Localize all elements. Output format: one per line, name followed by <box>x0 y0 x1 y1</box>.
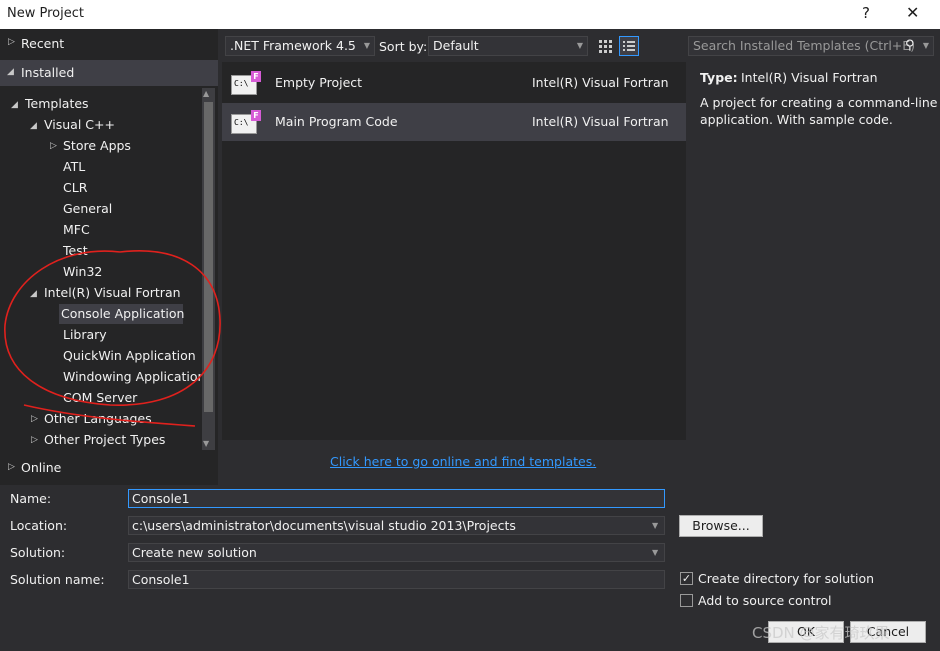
search-icon[interactable]: ⚲ <box>905 37 915 55</box>
chevron-down-icon: ▼ <box>652 548 659 557</box>
chevron-down-icon: ▼ <box>576 41 583 50</box>
watermark: CSDN @家有琦玖果 <box>752 624 890 642</box>
scroll-down-icon[interactable]: ▼ <box>203 439 209 448</box>
details-type-value: Intel(R) Visual Fortran <box>741 70 878 85</box>
scroll-up-icon[interactable]: ▲ <box>203 89 209 98</box>
tree-item-mfc[interactable]: MFC <box>61 220 92 240</box>
template-type: Intel(R) Visual Fortran <box>532 75 669 90</box>
search-input[interactable]: Search Installed Templates (Ctrl+E) ⚲ ▼ <box>688 36 934 56</box>
close-button[interactable]: ✕ <box>906 3 919 22</box>
template-name: Main Program Code <box>275 114 398 129</box>
source-control-label: Add to source control <box>698 593 832 608</box>
collapse-arrow-icon[interactable]: ◢ <box>11 100 18 110</box>
template-name: Empty Project <box>275 75 363 90</box>
category-installed[interactable]: ◢ Installed <box>0 60 218 86</box>
sort-dropdown[interactable]: Default ▼ <box>428 36 588 56</box>
chevron-down-icon[interactable]: ▼ <box>923 37 929 55</box>
online-templates-link[interactable]: Click here to go online and find templat… <box>330 454 596 469</box>
tree-item-clr[interactable]: CLR <box>61 178 89 198</box>
tree-item-atl[interactable]: ATL <box>61 157 87 177</box>
location-dropdown[interactable]: c:\users\administrator\documents\visual … <box>128 516 665 535</box>
annotation-circle <box>4 250 221 427</box>
grid-icon <box>599 40 612 53</box>
collapse-arrow-icon[interactable]: ◢ <box>7 67 14 77</box>
name-label: Name: <box>10 491 52 506</box>
create-directory-checkbox[interactable]: ✓ <box>680 572 693 585</box>
expand-arrow-icon[interactable]: ▷ <box>8 37 15 47</box>
expand-arrow-icon[interactable]: ▷ <box>50 141 57 151</box>
collapse-arrow-icon[interactable]: ◢ <box>30 121 37 131</box>
help-button[interactable]: ? <box>862 4 870 22</box>
expand-arrow-icon[interactable]: ▷ <box>8 462 15 472</box>
create-directory-label: Create directory for solution <box>698 571 875 586</box>
title-bar: New Project ? ✕ <box>0 0 940 29</box>
template-item-empty-project[interactable]: C:\ F Empty Project Intel(R) Visual Fort… <box>222 64 686 102</box>
chevron-down-icon: ▼ <box>363 41 370 50</box>
details-description: application. With sample code. <box>700 112 893 127</box>
category-online[interactable]: ▷ Online <box>0 455 218 481</box>
solution-name-input[interactable]: Console1 <box>128 570 665 589</box>
template-type: Intel(R) Visual Fortran <box>532 114 669 129</box>
tree-item-general[interactable]: General <box>61 199 114 219</box>
category-label: Recent <box>21 36 65 51</box>
source-control-checkbox[interactable] <box>680 594 693 607</box>
category-label: Installed <box>21 65 75 80</box>
template-list: C:\ F Empty Project Intel(R) Visual Fort… <box>222 62 686 440</box>
window-title: New Project <box>7 6 84 21</box>
tree-item-templates[interactable]: Templates <box>23 94 91 114</box>
list-view-button[interactable] <box>619 36 639 56</box>
sort-label: Sort by: <box>379 39 428 54</box>
details-type-label: Type: <box>700 70 738 85</box>
list-icon <box>623 41 635 51</box>
template-item-main-program-code[interactable]: C:\ F Main Program Code Intel(R) Visual … <box>222 103 686 141</box>
category-label: Online <box>21 460 62 475</box>
console-app-icon: C:\ F <box>231 71 261 95</box>
chevron-down-icon: ▼ <box>652 521 659 530</box>
solution-name-label: Solution name: <box>10 572 105 587</box>
small-icons-view-button[interactable] <box>595 36 615 56</box>
solution-label: Solution: <box>10 545 66 560</box>
details-description: A project for creating a command-line <box>700 95 938 110</box>
framework-dropdown[interactable]: .NET Framework 4.5 ▼ <box>225 36 375 56</box>
location-label: Location: <box>10 518 68 533</box>
browse-button[interactable]: Browse... <box>679 515 763 537</box>
solution-dropdown[interactable]: Create new solution ▼ <box>128 543 665 562</box>
console-app-icon: C:\ F <box>231 110 261 134</box>
category-recent[interactable]: ▷ Recent <box>0 31 218 57</box>
name-input[interactable]: Console1 <box>128 489 665 508</box>
tree-item-store-apps[interactable]: Store Apps <box>61 136 133 156</box>
tree-item-visual-cpp[interactable]: Visual C++ <box>42 115 117 135</box>
